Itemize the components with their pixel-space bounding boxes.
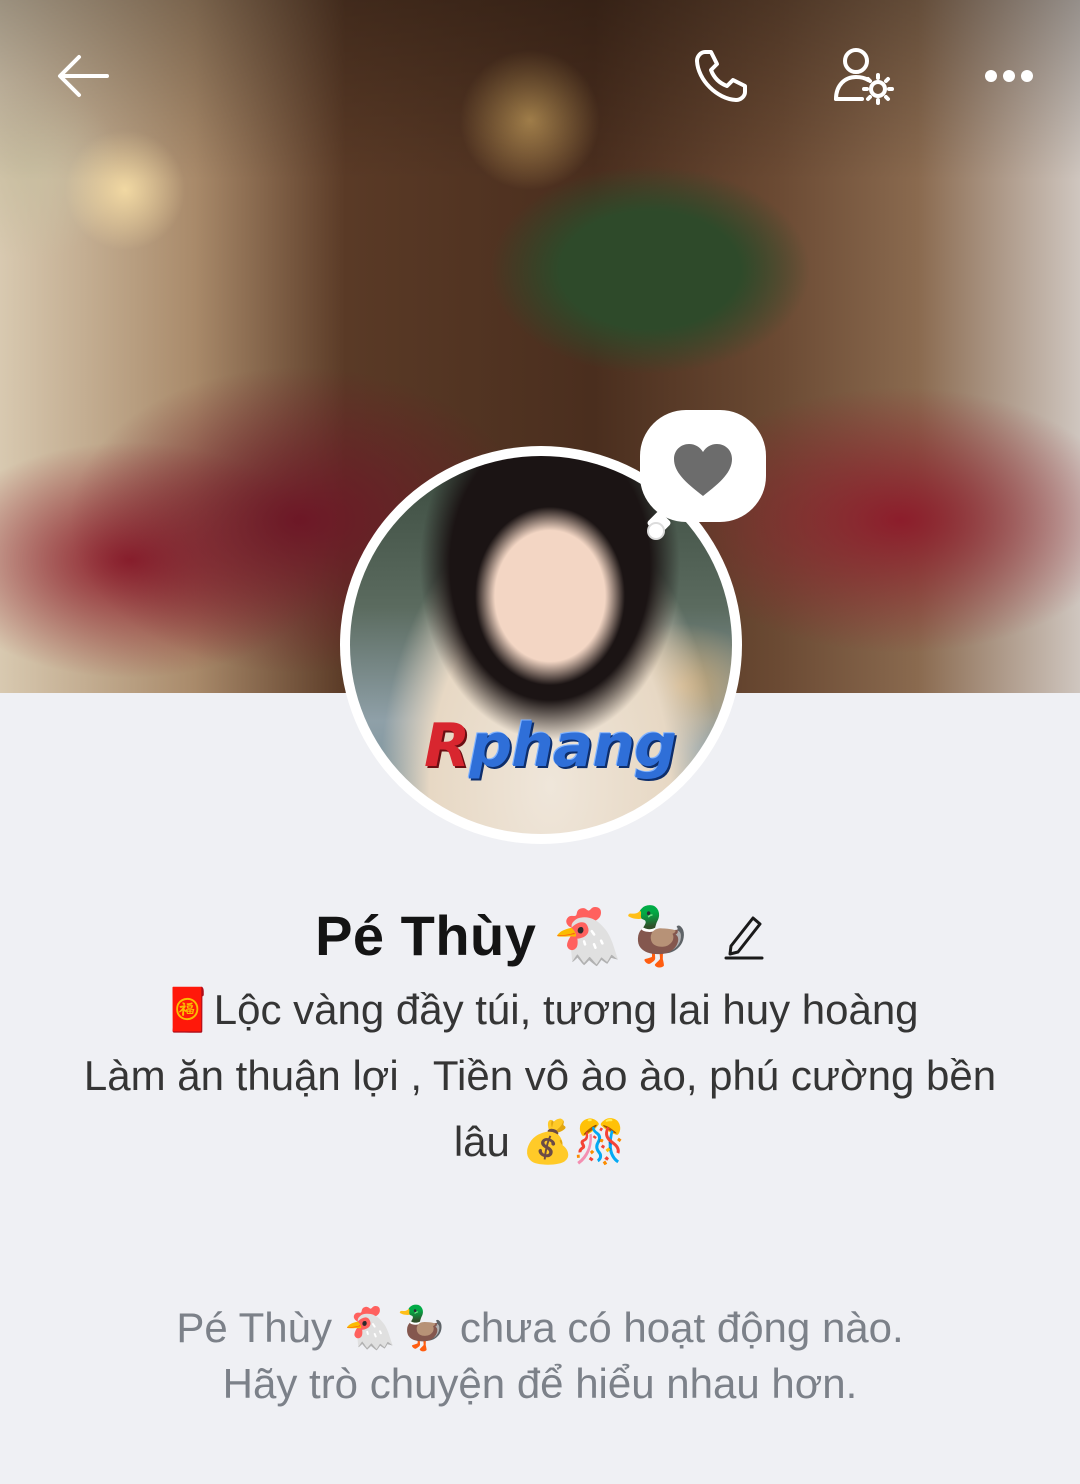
bio-line: lâu 💰🎊 xyxy=(453,1118,627,1165)
bio-line: 🧧Lộc vàng đầy túi, tương lai huy hoàng xyxy=(161,986,919,1033)
more-button[interactable] xyxy=(978,56,1040,96)
back-arrow-icon xyxy=(58,55,109,97)
more-icon xyxy=(985,70,1033,82)
profile-settings-button[interactable] xyxy=(830,42,898,108)
empty-activity-line: Pé Thùy 🐔🦆 chưa có hoạt động nào. xyxy=(176,1304,904,1351)
profile-name-row: Pé Thùy 🐔🦆 xyxy=(0,896,1080,976)
heart-icon xyxy=(674,444,732,496)
bubble-tail-dot xyxy=(647,522,665,540)
empty-activity-message: Pé Thùy 🐔🦆 chưa có hoạt động nào. Hãy tr… xyxy=(0,1300,1080,1412)
pencil-icon xyxy=(724,916,764,960)
user-settings-icon xyxy=(834,48,894,105)
profile-bio: 🧧Lộc vàng đầy túi, tương lai huy hoàng L… xyxy=(50,982,1030,1170)
back-button[interactable] xyxy=(50,46,116,106)
empty-activity-line: Hãy trò chuyện để hiểu nhau hơn. xyxy=(222,1360,858,1407)
bio-line: Làm ăn thuận lợi , Tiền vô ào ào, phú cư… xyxy=(83,1052,997,1099)
avatar-watermark: Rphang xyxy=(423,711,677,781)
phone-icon xyxy=(695,50,747,102)
call-button[interactable] xyxy=(688,44,754,108)
profile-name: Pé Thùy 🐔🦆 xyxy=(315,904,693,967)
cover-top-shade xyxy=(0,0,1080,180)
edit-name-button[interactable] xyxy=(723,912,765,960)
heart-bubble[interactable] xyxy=(640,410,766,522)
